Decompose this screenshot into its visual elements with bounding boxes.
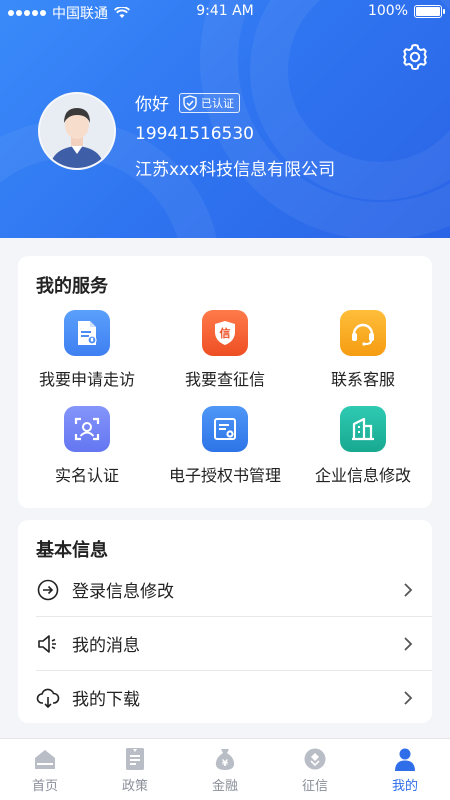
svg-text:¥: ¥ <box>222 759 229 769</box>
settings-button[interactable] <box>400 42 430 72</box>
tab-home[interactable]: 首页 <box>0 739 90 800</box>
home-icon <box>35 750 55 769</box>
credit-shield-icon: 信 <box>202 310 248 356</box>
tab-policy[interactable]: 政策 <box>90 739 180 800</box>
service-check-credit[interactable]: 信 我要查征信 <box>156 310 294 396</box>
row-label: 我的消息 <box>72 636 140 656</box>
service-label: 电子授权书管理 <box>168 466 281 485</box>
gear-icon <box>403 44 427 70</box>
tab-mine[interactable]: 我的 <box>360 739 450 800</box>
my-downloads-row[interactable]: 我的下载 <box>36 671 432 724</box>
service-label: 联系客服 <box>330 370 395 389</box>
chevron-right-icon <box>404 690 413 705</box>
service-label: 实名认证 <box>54 466 119 485</box>
tab-label: 我的 <box>391 779 418 794</box>
svg-text:信: 信 <box>220 326 231 340</box>
shield-check-icon <box>183 94 197 111</box>
tab-label: 金融 <box>211 779 238 794</box>
profile-company: 江苏xxx科技信息有限公司 <box>135 160 336 180</box>
row-label: 登录信息修改 <box>72 582 174 602</box>
chevron-right-icon <box>404 582 413 597</box>
service-apply-visit[interactable]: 我要申请走访 <box>18 310 156 396</box>
cloud-download-icon <box>36 686 60 710</box>
service-real-name-auth[interactable]: 实名认证 <box>18 406 156 492</box>
certificate-icon <box>202 406 248 452</box>
service-label: 企业信息修改 <box>314 466 411 485</box>
service-label: 我要申请走访 <box>38 370 135 389</box>
tab-credit[interactable]: 征信 <box>270 739 360 800</box>
basic-info-card: 基本信息 登录信息修改 我的消息 我的下载 <box>18 520 432 723</box>
tab-label: 首页 <box>31 779 58 794</box>
verified-badge: 已认证 <box>179 92 240 113</box>
login-info-edit-row[interactable]: 登录信息修改 <box>36 563 432 616</box>
profile-greeting: 你好 <box>135 95 169 115</box>
tab-label: 政策 <box>121 779 148 794</box>
user-avatar-icon <box>40 94 114 168</box>
arrow-right-circle-icon <box>36 578 60 602</box>
document-file-icon <box>64 310 110 356</box>
profile-header: 中国联通 9:41 AM 100% 你好 已认证 19941516530 江苏x… <box>0 0 450 238</box>
services-card: 我的服务 我要申请走访 信 我要查征信 联系客服 实名认证 电子授权书管理 企业… <box>18 256 432 508</box>
speaker-icon <box>36 632 60 656</box>
service-contact-support[interactable]: 联系客服 <box>294 310 432 396</box>
chevron-right-icon <box>404 636 413 651</box>
avatar[interactable] <box>38 92 116 170</box>
face-scan-icon <box>64 406 110 452</box>
tab-finance[interactable]: ¥ 金融 <box>180 739 270 800</box>
battery-percent: 100% <box>367 3 408 19</box>
services-title: 我的服务 <box>36 276 108 297</box>
money-bag-icon: ¥ <box>215 749 235 770</box>
headset-icon <box>340 310 386 356</box>
policy-doc-icon <box>126 748 144 770</box>
tab-label: 征信 <box>301 779 328 794</box>
basic-info-title: 基本信息 <box>36 540 108 561</box>
profile-phone: 19941516530 <box>135 124 254 144</box>
building-icon <box>340 406 386 452</box>
my-messages-row[interactable]: 我的消息 <box>36 617 432 670</box>
tab-bar: 首页 政策 ¥ 金融 征信 我的 <box>0 738 450 800</box>
row-label: 我的下载 <box>72 690 140 710</box>
credit-icon <box>304 748 326 770</box>
status-bar: 中国联通 9:41 AM 100% <box>0 0 450 24</box>
battery-icon <box>414 4 445 18</box>
user-icon <box>395 748 415 771</box>
verified-label: 已认证 <box>201 96 234 110</box>
service-label: 我要查征信 <box>184 370 265 389</box>
service-company-info-edit[interactable]: 企业信息修改 <box>294 406 432 492</box>
service-e-authorization[interactable]: 电子授权书管理 <box>156 406 294 492</box>
